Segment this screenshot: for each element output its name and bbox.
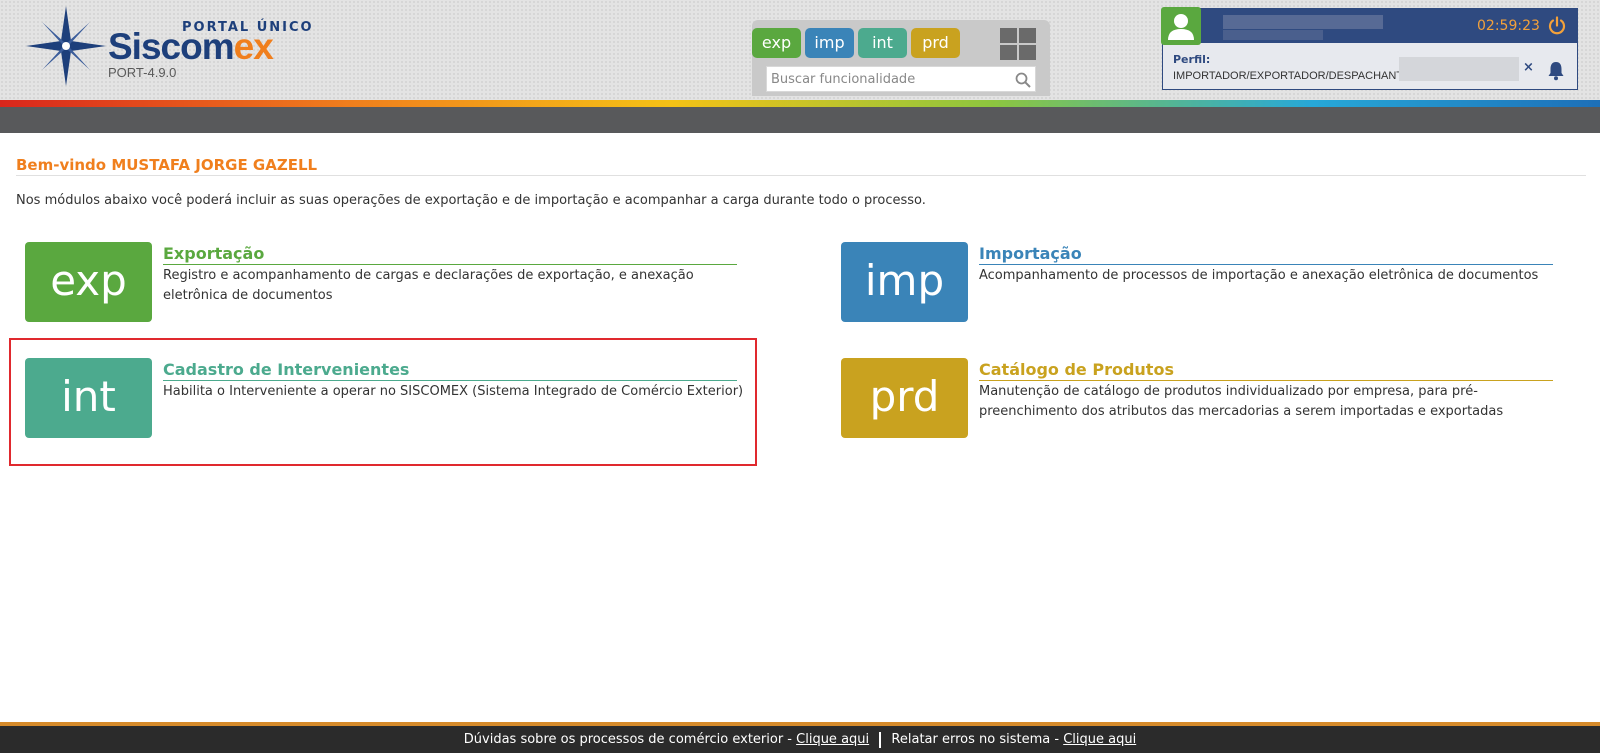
user-bar: 02:59:23 bbox=[1163, 9, 1577, 43]
brand-name: Siscomex bbox=[108, 26, 274, 68]
module-description-catalogo: Manutenção de catálogo de produtos indiv… bbox=[979, 384, 1504, 419]
module-button-imp[interactable]: imp bbox=[805, 28, 854, 58]
module-card-exportacao[interactable]: exp Exportação Registro e acompanhamento… bbox=[25, 242, 745, 324]
page-footer: Dúvidas sobre os processos de comércio e… bbox=[0, 726, 1600, 753]
module-title-importacao[interactable]: Importação bbox=[979, 244, 1553, 265]
footer-report-text: Relatar erros no sistema - bbox=[891, 732, 1060, 747]
redacted-user-name bbox=[1223, 15, 1383, 29]
brand-accent: ex bbox=[233, 26, 274, 67]
footer-question-text: Dúvidas sobre os processos de comércio e… bbox=[463, 732, 792, 747]
color-stripe bbox=[0, 100, 1600, 107]
module-tile-imp[interactable]: imp bbox=[841, 242, 968, 322]
search-input[interactable] bbox=[771, 70, 1007, 88]
module-tile-prd[interactable]: prd bbox=[841, 358, 968, 438]
redacted-user-id bbox=[1223, 30, 1323, 40]
module-tile-exp[interactable]: exp bbox=[25, 242, 152, 322]
navigation-bar bbox=[0, 107, 1600, 133]
user-icon bbox=[1168, 14, 1194, 40]
module-title-exportacao[interactable]: Exportação bbox=[163, 244, 737, 265]
profile-label: Perfil: bbox=[1173, 53, 1211, 66]
module-description-intervenientes: Habilita o Interveniente a operar no SIS… bbox=[163, 384, 744, 399]
compass-star-icon bbox=[26, 6, 106, 86]
module-title-intervenientes[interactable]: Cadastro de Intervenientes bbox=[163, 360, 737, 381]
footer-help-link[interactable]: Clique aqui bbox=[796, 732, 869, 747]
module-description-importacao: Acompanhamento de processos de importaçã… bbox=[979, 268, 1539, 283]
module-button-prd[interactable]: prd bbox=[911, 28, 960, 58]
user-panel: 02:59:23 Perfil: IMPORTADOR/EXPORTADOR/D… bbox=[1161, 7, 1578, 90]
profile-value: IMPORTADOR/EXPORTADOR/DESPACHANTE bbox=[1173, 70, 1411, 82]
redacted-profile-detail bbox=[1399, 57, 1519, 81]
power-icon[interactable] bbox=[1547, 16, 1567, 36]
version-label: PORT-4.9.0 bbox=[108, 65, 177, 80]
avatar[interactable] bbox=[1161, 7, 1201, 45]
module-card-importacao[interactable]: imp Importação Acompanhamento de process… bbox=[841, 242, 1561, 324]
module-switcher: exp imp int prd bbox=[752, 20, 1050, 96]
bell-icon[interactable] bbox=[1547, 61, 1565, 81]
session-timer: 02:59:23 bbox=[1477, 18, 1540, 34]
module-card-intervenientes[interactable]: int Cadastro de Intervenientes Habilita … bbox=[25, 358, 745, 440]
module-title-catalogo[interactable]: Catálogo de Produtos bbox=[979, 360, 1553, 381]
module-button-int[interactable]: int bbox=[858, 28, 907, 58]
search-icon[interactable] bbox=[1015, 72, 1031, 88]
brand-main: Siscom bbox=[108, 26, 235, 67]
footer-separator bbox=[879, 731, 882, 748]
module-description-exportacao: Registro e acompanhamento de cargas e de… bbox=[163, 268, 694, 303]
intro-text: Nos módulos abaixo você poderá incluir a… bbox=[16, 193, 926, 208]
module-card-catalogo[interactable]: prd Catálogo de Produtos Manutenção de c… bbox=[841, 358, 1561, 440]
page-header: PORTAL ÚNICO Siscomex PORT-4.9.0 exp imp… bbox=[0, 0, 1600, 100]
module-tile-int[interactable]: int bbox=[25, 358, 152, 438]
siscomex-logo[interactable]: PORTAL ÚNICO Siscomex PORT-4.9.0 bbox=[24, 4, 312, 92]
apps-grid-icon[interactable] bbox=[1000, 28, 1037, 61]
divider bbox=[16, 175, 1586, 176]
close-icon[interactable]: × bbox=[1523, 60, 1534, 75]
module-button-exp[interactable]: exp bbox=[752, 28, 801, 58]
footer-report-link[interactable]: Clique aqui bbox=[1063, 732, 1136, 747]
welcome-heading: Bem-vindo MUSTAFA JORGE GAZELL bbox=[16, 156, 318, 174]
search-box bbox=[766, 66, 1036, 92]
